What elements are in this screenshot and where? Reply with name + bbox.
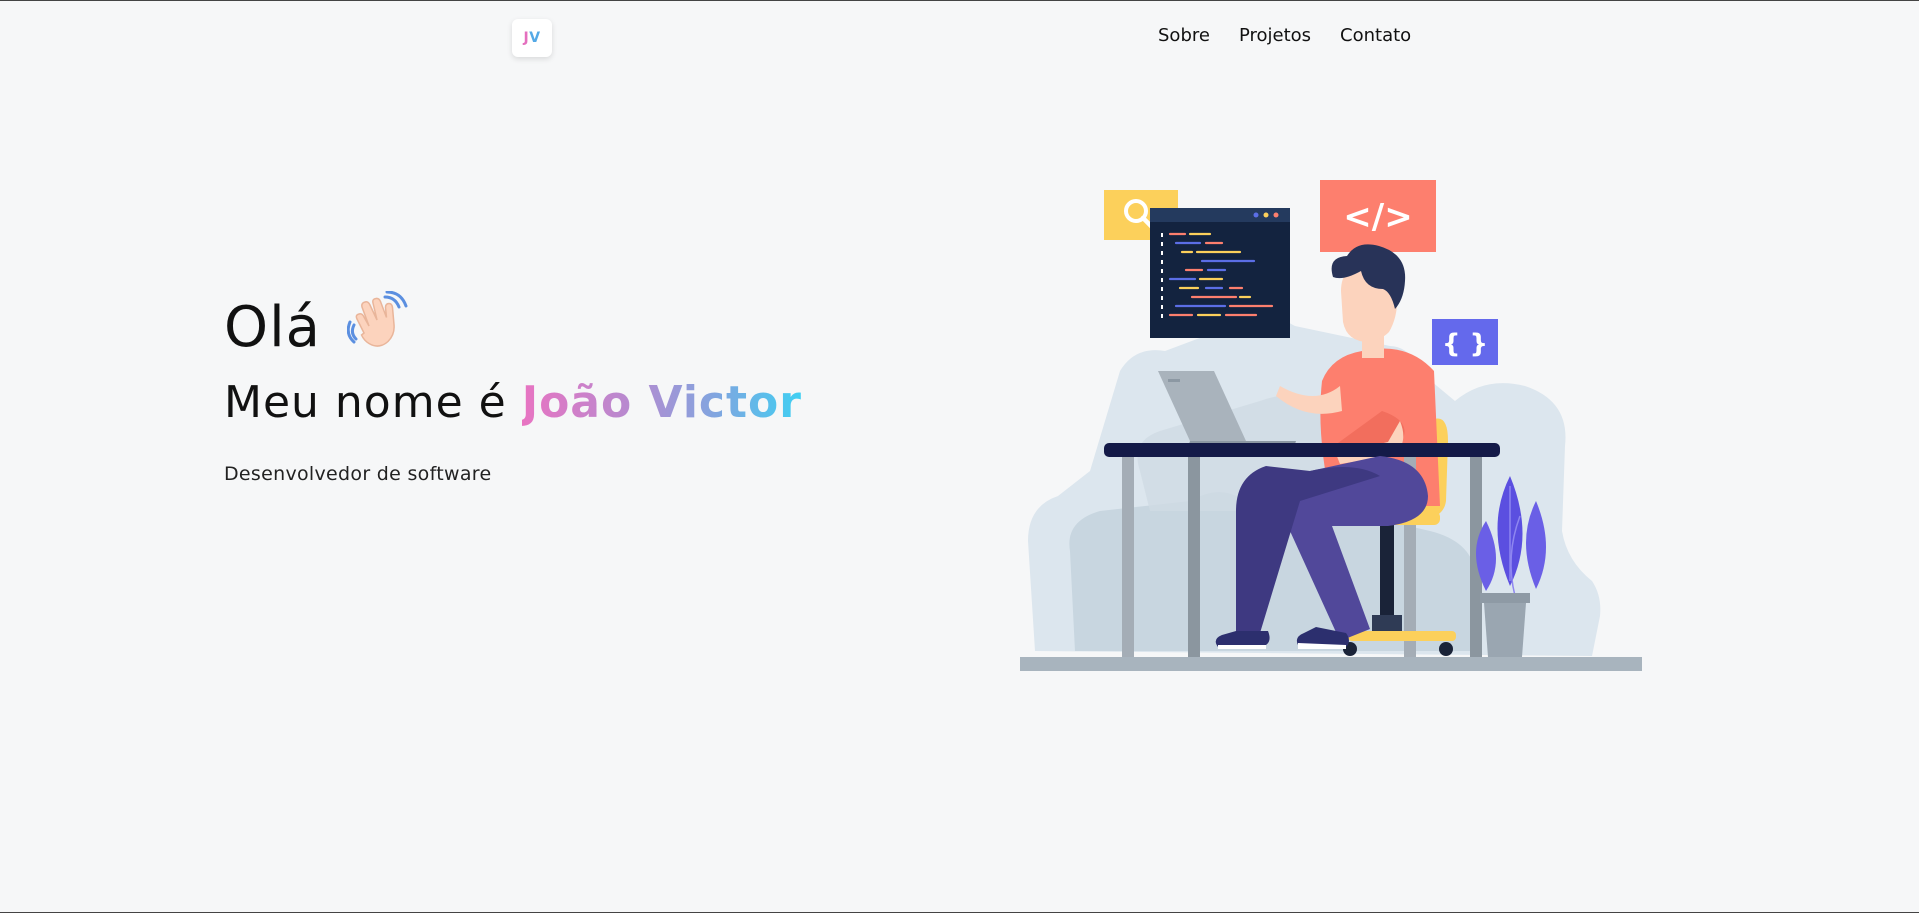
nav-link-projetos[interactable]: Projetos	[1239, 25, 1311, 46]
name-highlight: João Victor	[521, 377, 802, 428]
desk-top	[1104, 443, 1500, 457]
desk-leg	[1122, 457, 1134, 657]
waving-hand-icon	[346, 290, 411, 365]
logo-letter-v: V	[529, 30, 541, 46]
braces-card: { }	[1432, 319, 1498, 365]
code-tag-text: </>	[1343, 197, 1412, 237]
name-prefix: Meu nome é	[224, 377, 507, 428]
code-window	[1150, 208, 1290, 338]
main-nav: Sobre Projetos Contato	[1158, 25, 1411, 46]
braces-text: { }	[1442, 329, 1488, 359]
nav-link-sobre[interactable]: Sobre	[1158, 25, 1210, 46]
role-text: Desenvolvedor de software	[224, 463, 492, 486]
page: JV Sobre Projetos Contato Olá Meu nome é…	[0, 0, 1919, 913]
hero-section: Olá Meu nome é João Victor Desenvolvedor…	[224, 290, 802, 486]
code-tag-card: </>	[1320, 180, 1436, 252]
desk-leg	[1188, 457, 1200, 657]
name-line: Meu nome é João Victor	[224, 377, 802, 428]
nav-link-contato[interactable]: Contato	[1340, 25, 1411, 46]
logo[interactable]: JV	[512, 19, 552, 57]
floor	[1020, 657, 1642, 671]
developer-illustration: </> { }	[1020, 180, 1642, 671]
greeting-row: Olá	[224, 290, 802, 365]
greeting-text: Olá	[224, 295, 321, 360]
